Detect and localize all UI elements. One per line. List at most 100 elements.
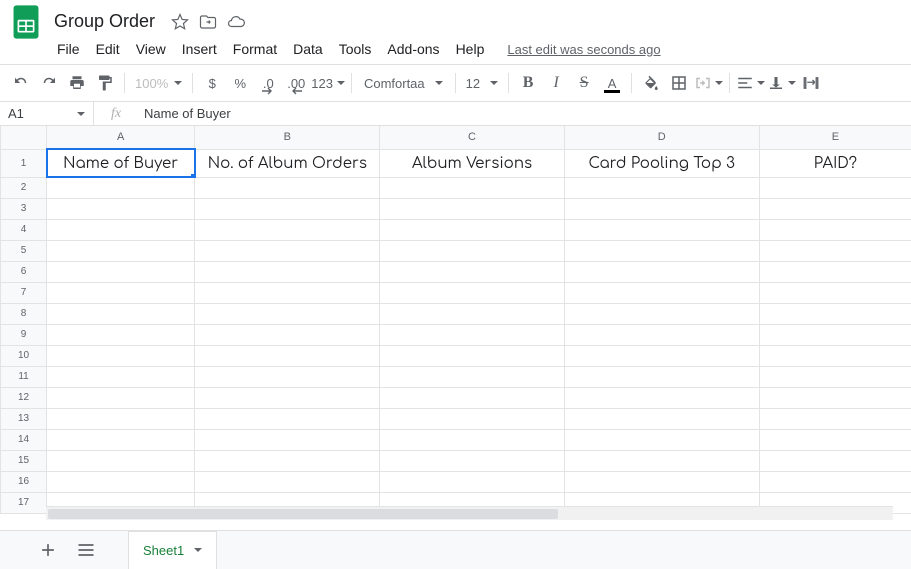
cell-D8[interactable] bbox=[564, 303, 759, 324]
cell-B4[interactable] bbox=[195, 219, 380, 240]
zoom-dropdown[interactable]: 100% bbox=[131, 70, 186, 96]
cell-B13[interactable] bbox=[195, 408, 380, 429]
menu-data[interactable]: Data bbox=[286, 37, 330, 61]
cell-D13[interactable] bbox=[564, 408, 759, 429]
cell-C1[interactable]: Album Versions bbox=[380, 149, 564, 177]
cell-E4[interactable] bbox=[759, 219, 911, 240]
row-header[interactable]: 11 bbox=[1, 366, 47, 387]
increase-decimal-button[interactable]: .00 bbox=[283, 70, 309, 96]
cell-E14[interactable] bbox=[759, 429, 911, 450]
cell-A3[interactable] bbox=[47, 198, 195, 219]
horizontal-scrollbar[interactable] bbox=[46, 506, 893, 520]
number-format-dropdown[interactable]: 123 bbox=[311, 70, 345, 96]
cell-B16[interactable] bbox=[195, 471, 380, 492]
font-family-dropdown[interactable]: Comfortaa bbox=[358, 70, 449, 96]
cell-C7[interactable] bbox=[380, 282, 564, 303]
cell-B7[interactable] bbox=[195, 282, 380, 303]
cell-A9[interactable] bbox=[47, 324, 195, 345]
horizontal-align-dropdown[interactable] bbox=[736, 70, 765, 96]
cell-A13[interactable] bbox=[47, 408, 195, 429]
cell-D11[interactable] bbox=[564, 366, 759, 387]
format-percent-button[interactable]: % bbox=[227, 70, 253, 96]
cell-B6[interactable] bbox=[195, 261, 380, 282]
cell-C15[interactable] bbox=[380, 450, 564, 471]
star-icon[interactable] bbox=[171, 13, 189, 31]
format-currency-button[interactable]: $ bbox=[199, 70, 225, 96]
cell-D1[interactable]: Card Pooling Top 3 bbox=[564, 149, 759, 177]
column-header[interactable]: A bbox=[47, 126, 195, 149]
cell-B15[interactable] bbox=[195, 450, 380, 471]
row-header[interactable]: 1 bbox=[1, 149, 47, 177]
cell-A12[interactable] bbox=[47, 387, 195, 408]
cell-A2[interactable] bbox=[47, 177, 195, 198]
menu-insert[interactable]: Insert bbox=[175, 37, 224, 61]
cell-D4[interactable] bbox=[564, 219, 759, 240]
redo-button[interactable] bbox=[36, 70, 62, 96]
row-header[interactable]: 17 bbox=[1, 492, 47, 513]
row-header[interactable]: 15 bbox=[1, 450, 47, 471]
cell-C2[interactable] bbox=[380, 177, 564, 198]
row-header[interactable]: 4 bbox=[1, 219, 47, 240]
cell-C11[interactable] bbox=[380, 366, 564, 387]
cell-D2[interactable] bbox=[564, 177, 759, 198]
row-header[interactable]: 12 bbox=[1, 387, 47, 408]
cell-A14[interactable] bbox=[47, 429, 195, 450]
bold-button[interactable]: B bbox=[515, 70, 541, 96]
cell-C14[interactable] bbox=[380, 429, 564, 450]
menu-edit[interactable]: Edit bbox=[89, 37, 127, 61]
cell-E9[interactable] bbox=[759, 324, 911, 345]
print-button[interactable] bbox=[64, 70, 90, 96]
column-header[interactable]: C bbox=[380, 126, 564, 149]
cell-A16[interactable] bbox=[47, 471, 195, 492]
text-wrap-dropdown[interactable] bbox=[798, 70, 824, 96]
cell-D5[interactable] bbox=[564, 240, 759, 261]
paint-format-button[interactable] bbox=[92, 70, 118, 96]
select-all-corner[interactable] bbox=[1, 126, 47, 149]
cell-C6[interactable] bbox=[380, 261, 564, 282]
fill-color-button[interactable] bbox=[638, 70, 664, 96]
menu-help[interactable]: Help bbox=[449, 37, 492, 61]
spreadsheet-grid[interactable]: A B C D E 1Name of BuyerNo. of Album Ord… bbox=[0, 126, 911, 520]
cell-E16[interactable] bbox=[759, 471, 911, 492]
column-header[interactable]: E bbox=[759, 126, 911, 149]
column-header[interactable]: D bbox=[564, 126, 759, 149]
cell-E8[interactable] bbox=[759, 303, 911, 324]
cell-E10[interactable] bbox=[759, 345, 911, 366]
vertical-align-dropdown[interactable] bbox=[767, 70, 796, 96]
menu-view[interactable]: View bbox=[129, 37, 173, 61]
cell-A1[interactable]: Name of Buyer bbox=[47, 149, 195, 177]
italic-button[interactable]: I bbox=[543, 70, 569, 96]
menu-file[interactable]: File bbox=[50, 37, 87, 61]
cell-A7[interactable] bbox=[47, 282, 195, 303]
column-header[interactable]: B bbox=[195, 126, 380, 149]
cell-E13[interactable] bbox=[759, 408, 911, 429]
cell-C9[interactable] bbox=[380, 324, 564, 345]
cloud-status-icon[interactable] bbox=[227, 13, 245, 31]
cell-A8[interactable] bbox=[47, 303, 195, 324]
add-sheet-button[interactable] bbox=[38, 540, 58, 560]
cell-E12[interactable] bbox=[759, 387, 911, 408]
row-header[interactable]: 10 bbox=[1, 345, 47, 366]
text-color-button[interactable]: A bbox=[599, 70, 625, 96]
cell-C5[interactable] bbox=[380, 240, 564, 261]
cell-B5[interactable] bbox=[195, 240, 380, 261]
cell-A6[interactable] bbox=[47, 261, 195, 282]
row-header[interactable]: 14 bbox=[1, 429, 47, 450]
strike-button[interactable]: S bbox=[571, 70, 597, 96]
cell-B10[interactable] bbox=[195, 345, 380, 366]
cell-A15[interactable] bbox=[47, 450, 195, 471]
cell-A10[interactable] bbox=[47, 345, 195, 366]
cell-B11[interactable] bbox=[195, 366, 380, 387]
cell-D7[interactable] bbox=[564, 282, 759, 303]
font-size-dropdown[interactable]: 12 bbox=[462, 70, 502, 96]
cell-D3[interactable] bbox=[564, 198, 759, 219]
row-header[interactable]: 9 bbox=[1, 324, 47, 345]
merge-cells-dropdown[interactable] bbox=[694, 70, 723, 96]
cell-D14[interactable] bbox=[564, 429, 759, 450]
cell-B14[interactable] bbox=[195, 429, 380, 450]
cell-D15[interactable] bbox=[564, 450, 759, 471]
cell-E1[interactable]: PAID? bbox=[759, 149, 911, 177]
selection-handle[interactable] bbox=[191, 174, 195, 178]
cell-D9[interactable] bbox=[564, 324, 759, 345]
cell-C12[interactable] bbox=[380, 387, 564, 408]
